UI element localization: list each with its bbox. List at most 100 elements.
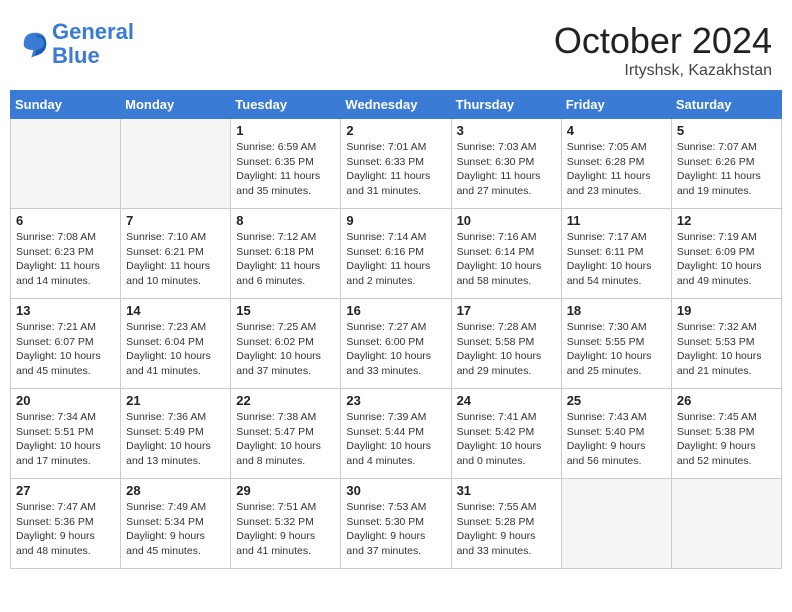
calendar-cell: 12 Sunrise: 7:19 AMSunset: 6:09 PMDayligh…	[671, 209, 781, 299]
week-row-4: 20 Sunrise: 7:34 AMSunset: 5:51 PMDayligh…	[11, 389, 782, 479]
calendar-cell: 19Sunrise: 7:32 AMSunset: 5:53 PMDayligh…	[671, 299, 781, 389]
calendar-cell: 14 Sunrise: 7:23 AMSunset: 6:04 PMDayligh…	[121, 299, 231, 389]
day-info: Sunrise: 7:49 AMSunset: 5:34 PMDaylight:…	[126, 500, 225, 559]
calendar-cell: 2 Sunrise: 7:01 AMSunset: 6:33 PMDaylight…	[341, 119, 451, 209]
day-header-tuesday: Tuesday	[231, 91, 341, 119]
calendar-cell: 20 Sunrise: 7:34 AMSunset: 5:51 PMDayligh…	[11, 389, 121, 479]
calendar-cell: 10Sunrise: 7:16 AMSunset: 6:14 PMDayligh…	[451, 209, 561, 299]
day-info: Sunrise: 7:55 AMSunset: 5:28 PMDaylight:…	[457, 500, 556, 559]
day-number: 21	[126, 393, 225, 408]
day-number: 8	[236, 213, 335, 228]
day-info: Sunrise: 7:23 AMSunset: 6:04 PMDaylight:…	[126, 320, 225, 379]
day-number: 22	[236, 393, 335, 408]
week-row-5: 27 Sunrise: 7:47 AMSunset: 5:36 PMDayligh…	[11, 479, 782, 569]
calendar-cell: 17 Sunrise: 7:28 AMSunset: 5:58 PMDayligh…	[451, 299, 561, 389]
day-number: 27	[16, 483, 115, 498]
day-info: Sunrise: 7:53 AMSunset: 5:30 PMDaylight:…	[346, 500, 445, 559]
day-info: Sunrise: 7:34 AMSunset: 5:51 PMDaylight:…	[16, 410, 115, 469]
day-info: Sunrise: 7:14 AMSunset: 6:16 PMDaylight:…	[346, 230, 445, 289]
calendar-cell: 27 Sunrise: 7:47 AMSunset: 5:36 PMDayligh…	[11, 479, 121, 569]
day-number: 26	[677, 393, 776, 408]
logo-icon	[20, 29, 50, 59]
calendar-cell: 24Sunrise: 7:41 AMSunset: 5:42 PMDayligh…	[451, 389, 561, 479]
calendar-cell: 7 Sunrise: 7:10 AMSunset: 6:21 PMDaylight…	[121, 209, 231, 299]
location: Irtyshsk, Kazakhstan	[554, 62, 772, 80]
month-title: October 2024	[554, 20, 772, 62]
day-info: Sunrise: 7:43 AMSunset: 5:40 PMDaylight:…	[567, 410, 666, 469]
day-number: 20	[16, 393, 115, 408]
calendar-cell: 30 Sunrise: 7:53 AMSunset: 5:30 PMDayligh…	[341, 479, 451, 569]
day-number: 17	[457, 303, 556, 318]
day-info: Sunrise: 7:39 AMSunset: 5:44 PMDaylight:…	[346, 410, 445, 469]
day-number: 12	[677, 213, 776, 228]
calendar-cell: 29Sunrise: 7:51 AMSunset: 5:32 PMDayligh…	[231, 479, 341, 569]
day-info: Sunrise: 7:27 AMSunset: 6:00 PMDaylight:…	[346, 320, 445, 379]
calendar-cell: 5Sunrise: 7:07 AMSunset: 6:26 PMDaylight…	[671, 119, 781, 209]
day-header-saturday: Saturday	[671, 91, 781, 119]
calendar-cell	[561, 479, 671, 569]
day-number: 7	[126, 213, 225, 228]
calendar-cell: 22 Sunrise: 7:38 AMSunset: 5:47 PMDayligh…	[231, 389, 341, 479]
calendar-cell: 28 Sunrise: 7:49 AMSunset: 5:34 PMDayligh…	[121, 479, 231, 569]
day-info: Sunrise: 7:03 AMSunset: 6:30 PMDaylight:…	[457, 140, 556, 199]
day-info: Sunrise: 7:51 AMSunset: 5:32 PMDaylight:…	[236, 500, 335, 559]
day-info: Sunrise: 7:32 AMSunset: 5:53 PMDaylight:…	[677, 320, 776, 379]
day-header-sunday: Sunday	[11, 91, 121, 119]
logo-general: General	[52, 19, 134, 44]
day-info: Sunrise: 7:25 AMSunset: 6:02 PMDaylight:…	[236, 320, 335, 379]
day-header-monday: Monday	[121, 91, 231, 119]
day-info: Sunrise: 6:59 AMSunset: 6:35 PMDaylight:…	[236, 140, 335, 199]
page-header: GeneralBlue October 2024 Irtyshsk, Kazak…	[10, 10, 782, 85]
day-info: Sunrise: 7:28 AMSunset: 5:58 PMDaylight:…	[457, 320, 556, 379]
calendar-cell: 3 Sunrise: 7:03 AMSunset: 6:30 PMDaylight…	[451, 119, 561, 209]
logo-blue: Blue	[52, 43, 100, 68]
day-info: Sunrise: 7:36 AMSunset: 5:49 PMDaylight:…	[126, 410, 225, 469]
day-info: Sunrise: 7:17 AMSunset: 6:11 PMDaylight:…	[567, 230, 666, 289]
calendar-cell: 6 Sunrise: 7:08 AMSunset: 6:23 PMDaylight…	[11, 209, 121, 299]
day-info: Sunrise: 7:10 AMSunset: 6:21 PMDaylight:…	[126, 230, 225, 289]
day-number: 3	[457, 123, 556, 138]
day-number: 30	[346, 483, 445, 498]
day-number: 9	[346, 213, 445, 228]
calendar-cell: 23 Sunrise: 7:39 AMSunset: 5:44 PMDayligh…	[341, 389, 451, 479]
day-number: 18	[567, 303, 666, 318]
day-info: Sunrise: 7:19 AMSunset: 6:09 PMDaylight:…	[677, 230, 776, 289]
calendar-cell: 11 Sunrise: 7:17 AMSunset: 6:11 PMDayligh…	[561, 209, 671, 299]
day-number: 4	[567, 123, 666, 138]
day-info: Sunrise: 7:01 AMSunset: 6:33 PMDaylight:…	[346, 140, 445, 199]
week-row-3: 13Sunrise: 7:21 AMSunset: 6:07 PMDayligh…	[11, 299, 782, 389]
day-header-wednesday: Wednesday	[341, 91, 451, 119]
calendar-cell: 25 Sunrise: 7:43 AMSunset: 5:40 PMDayligh…	[561, 389, 671, 479]
day-info: Sunrise: 7:08 AMSunset: 6:23 PMDaylight:…	[16, 230, 115, 289]
day-info: Sunrise: 7:05 AMSunset: 6:28 PMDaylight:…	[567, 140, 666, 199]
calendar-cell: 13Sunrise: 7:21 AMSunset: 6:07 PMDayligh…	[11, 299, 121, 389]
day-info: Sunrise: 7:30 AMSunset: 5:55 PMDaylight:…	[567, 320, 666, 379]
day-number: 25	[567, 393, 666, 408]
logo-text: GeneralBlue	[52, 20, 134, 68]
title-block: October 2024 Irtyshsk, Kazakhstan	[554, 20, 772, 80]
day-number: 11	[567, 213, 666, 228]
day-number: 2	[346, 123, 445, 138]
day-number: 23	[346, 393, 445, 408]
calendar-cell	[671, 479, 781, 569]
day-info: Sunrise: 7:47 AMSunset: 5:36 PMDaylight:…	[16, 500, 115, 559]
day-info: Sunrise: 7:16 AMSunset: 6:14 PMDaylight:…	[457, 230, 556, 289]
day-number: 28	[126, 483, 225, 498]
day-number: 24	[457, 393, 556, 408]
day-number: 31	[457, 483, 556, 498]
calendar-cell: 8 Sunrise: 7:12 AMSunset: 6:18 PMDaylight…	[231, 209, 341, 299]
calendar-table: SundayMondayTuesdayWednesdayThursdayFrid…	[10, 90, 782, 569]
calendar-cell	[121, 119, 231, 209]
calendar-cell: 9 Sunrise: 7:14 AMSunset: 6:16 PMDaylight…	[341, 209, 451, 299]
day-number: 5	[677, 123, 776, 138]
day-info: Sunrise: 7:21 AMSunset: 6:07 PMDaylight:…	[16, 320, 115, 379]
calendar-cell: 1Sunrise: 6:59 AMSunset: 6:35 PMDaylight…	[231, 119, 341, 209]
day-number: 6	[16, 213, 115, 228]
calendar-cell: 16Sunrise: 7:27 AMSunset: 6:00 PMDayligh…	[341, 299, 451, 389]
calendar-cell: 15Sunrise: 7:25 AMSunset: 6:02 PMDayligh…	[231, 299, 341, 389]
day-number: 14	[126, 303, 225, 318]
calendar-cell	[11, 119, 121, 209]
day-info: Sunrise: 7:38 AMSunset: 5:47 PMDaylight:…	[236, 410, 335, 469]
day-info: Sunrise: 7:12 AMSunset: 6:18 PMDaylight:…	[236, 230, 335, 289]
calendar-cell: 18 Sunrise: 7:30 AMSunset: 5:55 PMDayligh…	[561, 299, 671, 389]
